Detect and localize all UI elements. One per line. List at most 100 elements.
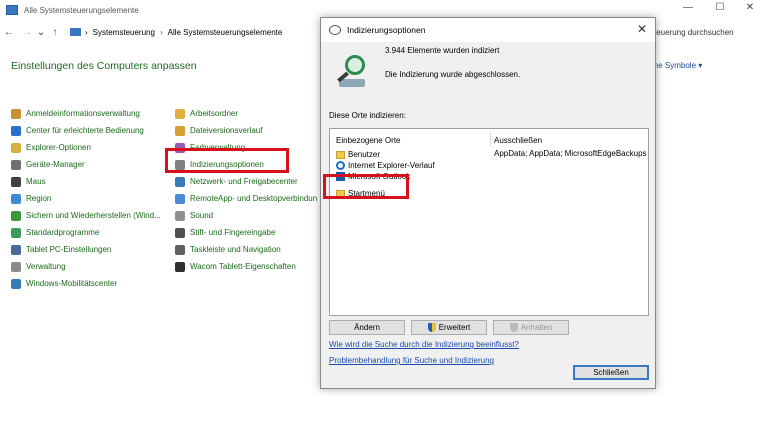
control-panel-folder-icon: [70, 28, 81, 36]
control-panel-item-icon: [175, 193, 185, 204]
control-panel-item-label: Explorer-Optionen: [26, 143, 91, 152]
breadcrumb-separator: ›: [85, 27, 88, 37]
forward-arrow-icon[interactable]: →: [20, 27, 34, 38]
control-panel-item-icon: [175, 210, 185, 221]
up-arrow-icon[interactable]: ↑: [48, 27, 62, 38]
control-panel-item-icon: [11, 142, 21, 153]
control-panel-item[interactable]: Region: [11, 190, 161, 207]
magnifier-icon: [335, 55, 369, 89]
highlight-box-startmenu: [323, 174, 409, 199]
help-link[interactable]: Wie wird die Suche durch die Indizierung…: [329, 340, 519, 349]
shield-icon: [509, 323, 518, 332]
control-panel-item-icon: [11, 244, 21, 255]
control-panel-item[interactable]: Center für erleichterte Bedienung: [11, 122, 161, 139]
control-panel-item[interactable]: Tablet PC-Einstellungen: [11, 241, 161, 258]
pause-button-label: Anhalten: [520, 323, 553, 332]
control-panel-item-icon: [11, 227, 21, 238]
control-panel-item-label: Standardprogramme: [26, 228, 100, 237]
control-panel-item[interactable]: Explorer-Optionen: [11, 139, 161, 156]
control-panel-item[interactable]: Sound: [175, 207, 317, 224]
indexing-options-dialog: Indizierungsoptionen ✕ 3.944 Elemente wu…: [320, 17, 656, 389]
exclusions-value: AppData; AppData; MicrosoftEdgeBackups: [494, 149, 647, 158]
breadcrumb-separator: ›: [159, 27, 163, 37]
address-bar[interactable]: › Systemsteuerung › Alle Systemsteuerung…: [70, 24, 320, 40]
control-panel-item-icon: [11, 210, 21, 221]
control-panel-item[interactable]: Netzwerk- und Freigabecenter: [175, 173, 317, 190]
control-panel-item-icon: [11, 176, 21, 187]
control-panel-item-label: Geräte-Manager: [26, 160, 85, 169]
control-panel-item-label: Wacom Tablett-Eigenschaften: [190, 262, 296, 271]
change-button[interactable]: Ändern: [329, 320, 405, 335]
close-window-button[interactable]: ✕: [740, 2, 760, 13]
control-panel-item[interactable]: Geräte-Manager: [11, 156, 161, 173]
control-panel-item-label: Arbeitsordner: [190, 109, 239, 118]
control-panel-item-icon: [11, 278, 21, 289]
control-panel-item[interactable]: Windows-Mobilitätscenter: [11, 275, 161, 292]
back-arrow-icon[interactable]: ←: [2, 27, 16, 38]
indexing-icon: [329, 25, 341, 35]
control-panel-item-label: Region: [26, 194, 52, 203]
control-panel-item-label: Taskleiste und Navigation: [190, 245, 281, 254]
control-panel-item[interactable]: Taskleiste und Navigation: [175, 241, 317, 258]
control-panel-item-label: Windows-Mobilitätscenter: [26, 279, 118, 288]
advanced-button-label: Erweitert: [438, 323, 471, 332]
control-panel-item-label: Center für erleichterte Bedienung: [26, 126, 144, 135]
control-panel-item-icon: [175, 244, 185, 255]
locations-list[interactable]: Einbezogene Orte Ausschließen Benutzer I…: [329, 128, 649, 316]
list-item[interactable]: Internet Explorer-Verlauf: [336, 160, 435, 171]
places-label: Diese Orte indizieren:: [329, 111, 406, 120]
column-header-excluded[interactable]: Ausschließen: [494, 136, 542, 145]
control-panel-item-label: Dateiversionsverlauf: [190, 126, 263, 135]
control-panel-item[interactable]: Verwaltung: [11, 258, 161, 275]
list-item[interactable]: Benutzer: [336, 149, 380, 160]
control-panel-item[interactable]: Wacom Tablett-Eigenschaften: [175, 258, 317, 275]
control-panel-item-icon: [11, 261, 21, 272]
control-panel-column-1: Anmeldeinformationsverwaltung Center für …: [11, 105, 161, 292]
control-panel-item[interactable]: Stift- und Fingereingabe: [175, 224, 317, 241]
control-panel-item[interactable]: Dateiversionsverlauf: [175, 122, 317, 139]
location-label: Internet Explorer-Verlauf: [348, 161, 435, 170]
control-panel-item-icon: [175, 108, 185, 119]
dialog-title-bar: Indizierungsoptionen ✕: [321, 18, 655, 42]
control-panel-item-icon: [175, 261, 185, 272]
control-panel-item-label: Verwaltung: [26, 262, 66, 271]
search-input[interactable]: teuerung durchsuchen: [654, 24, 764, 40]
dialog-close-button[interactable]: ✕: [637, 22, 647, 36]
control-panel-item[interactable]: Sichern und Wiederherstellen (Wind...: [11, 207, 161, 224]
control-panel-item-icon: [11, 159, 21, 170]
indexed-count: 3.944 Elemente wurden indiziert: [385, 46, 500, 55]
control-panel-item-icon: [175, 176, 185, 187]
control-panel-item[interactable]: Standardprogramme: [11, 224, 161, 241]
advanced-button[interactable]: Erweitert: [411, 320, 487, 335]
minimize-button[interactable]: —: [678, 2, 698, 13]
control-panel-item-label: RemoteApp- und Desktopverbindun: [190, 194, 318, 203]
control-panel-item[interactable]: Anmeldeinformationsverwaltung: [11, 105, 161, 122]
breadcrumb-systemsteuerung[interactable]: Systemsteuerung: [93, 28, 155, 37]
control-panel-item-icon: [11, 125, 21, 136]
control-panel-item-label: Anmeldeinformationsverwaltung: [26, 109, 140, 118]
maximize-button[interactable]: ☐: [710, 2, 730, 13]
control-panel-column-2: Arbeitsordner Dateiversionsverlauf Farbver…: [175, 105, 317, 275]
troubleshoot-link[interactable]: Problembehandlung für Suche und Indizier…: [329, 356, 494, 365]
breadcrumb-current[interactable]: Alle Systemsteuerungselemente: [168, 28, 283, 37]
control-panel-item-label: Stift- und Fingereingabe: [190, 228, 276, 237]
recent-locations-icon[interactable]: ⌄: [34, 27, 48, 38]
control-panel-icon: [6, 5, 18, 15]
column-header-included[interactable]: Einbezogene Orte: [336, 136, 401, 145]
pause-button[interactable]: Anhalten: [493, 320, 569, 335]
highlight-box-indexing-options: [165, 148, 289, 173]
view-by-dropdown[interactable]: ine Symbole ▾: [652, 61, 702, 70]
control-panel-item-icon: [11, 108, 21, 119]
control-panel-item-label: Sound: [190, 211, 214, 220]
dialog-title: Indizierungsoptionen: [347, 25, 426, 35]
control-panel-item-icon: [175, 125, 185, 136]
control-panel-item[interactable]: Maus: [11, 173, 161, 190]
control-panel-item-label: Tablet PC-Einstellungen: [26, 245, 112, 254]
close-button[interactable]: Schließen: [573, 365, 649, 380]
control-panel-item[interactable]: Arbeitsordner: [175, 105, 317, 122]
location-label: Benutzer: [348, 150, 381, 159]
control-panel-item-icon: [11, 193, 21, 204]
control-panel-item-label: Sichern und Wiederherstellen (Wind...: [26, 211, 161, 220]
control-panel-item[interactable]: RemoteApp- und Desktopverbindun: [175, 190, 317, 207]
control-panel-item-icon: [175, 227, 185, 238]
